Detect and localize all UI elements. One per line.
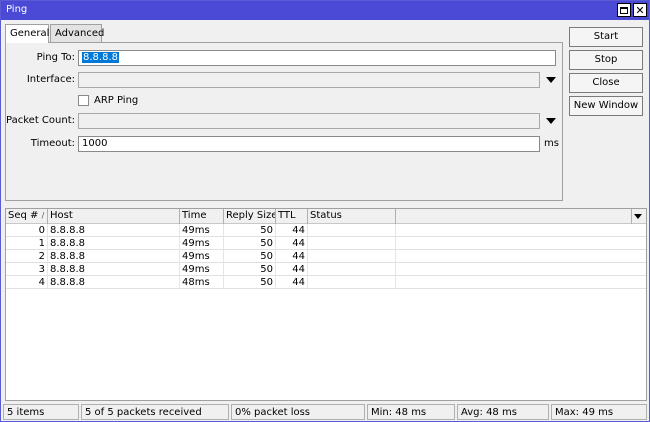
ping-to-row: Ping To: 8.8.8.8 <box>6 50 562 66</box>
cell-ttl: 44 <box>276 276 308 289</box>
status-avg: Avg: 48 ms <box>457 404 549 420</box>
cell-reply-size: 50 <box>224 224 276 237</box>
timeout-label: Timeout: <box>30 138 75 149</box>
cell-status <box>308 263 396 276</box>
status-packets-received: 5 of 5 packets received <box>81 404 229 420</box>
interface-dropdown-icon[interactable] <box>546 77 556 83</box>
cell-time: 49ms <box>180 237 224 250</box>
cell-seq: 3 <box>6 263 48 276</box>
cell-host: 8.8.8.8 <box>48 263 180 276</box>
cell-ttl: 44 <box>276 224 308 237</box>
maximize-icon <box>620 6 628 14</box>
col-time-header[interactable]: Time <box>180 209 224 224</box>
general-form: Ping To: 8.8.8.8 Interface: ARP Ping Pac… <box>5 42 563 201</box>
window-title: Ping <box>6 4 28 15</box>
table-row[interactable]: 0 8.8.8.8 49ms 50 44 <box>6 224 646 237</box>
close-window-button[interactable]: ✕ <box>633 3 647 17</box>
close-icon: ✕ <box>635 3 645 17</box>
arp-ping-label: ARP Ping <box>94 95 139 106</box>
cell-seq: 0 <box>6 224 48 237</box>
cell-ttl: 44 <box>276 263 308 276</box>
table-row[interactable]: 4 8.8.8.8 48ms 50 44 <box>6 276 646 289</box>
new-window-button[interactable]: New Window <box>569 96 643 116</box>
col-ttl-header[interactable]: TTL <box>276 209 308 224</box>
col-host-header[interactable]: Host <box>48 209 180 224</box>
timeout-row: Timeout: 1000 ms <box>6 136 562 152</box>
ping-to-label: Ping To: <box>36 52 75 63</box>
packet-count-label: Packet Count: <box>6 115 75 126</box>
sort-indicator-icon: / <box>41 211 45 220</box>
ping-window: Ping ✕ General Advanced Ping To: 8.8.8.8… <box>0 0 650 422</box>
cell-time: 49ms <box>180 224 224 237</box>
status-packet-loss: 0% packet loss <box>231 404 365 420</box>
cell-status <box>308 250 396 263</box>
cell-ttl: 44 <box>276 237 308 250</box>
cell-host: 8.8.8.8 <box>48 237 180 250</box>
arp-ping-checkbox[interactable] <box>78 95 89 106</box>
packet-count-dropdown-icon[interactable] <box>546 118 556 124</box>
table-row[interactable]: 1 8.8.8.8 49ms 50 44 <box>6 237 646 250</box>
cell-seq: 2 <box>6 250 48 263</box>
status-bar: 5 items 5 of 5 packets received 0% packe… <box>1 403 649 421</box>
timeout-unit: ms <box>544 138 559 149</box>
interface-label: Interface: <box>26 74 75 85</box>
cell-host: 8.8.8.8 <box>48 250 180 263</box>
table-row[interactable]: 2 8.8.8.8 49ms 50 44 <box>6 250 646 263</box>
cell-reply-size: 50 <box>224 237 276 250</box>
timeout-value: 1000 <box>82 138 108 149</box>
cell-time: 49ms <box>180 263 224 276</box>
cell-reply-size: 50 <box>224 250 276 263</box>
interface-row: Interface: <box>6 72 562 88</box>
cell-time: 49ms <box>180 250 224 263</box>
cell-status <box>308 276 396 289</box>
table-header: Seq # / Host Time Reply Size TTL Status <box>6 209 646 224</box>
start-button[interactable]: Start <box>569 27 643 47</box>
col-status-header[interactable]: Status <box>308 209 396 224</box>
cell-reply-size: 50 <box>224 276 276 289</box>
status-max: Max: 49 ms <box>551 404 647 420</box>
cell-host: 8.8.8.8 <box>48 224 180 237</box>
timeout-input[interactable]: 1000 <box>78 136 540 152</box>
col-empty-header <box>396 209 632 224</box>
stop-button[interactable]: Stop <box>569 50 643 70</box>
ping-to-input[interactable]: 8.8.8.8 <box>78 50 556 66</box>
status-items-count: 5 items <box>3 404 79 420</box>
col-seq-header[interactable]: Seq # / <box>6 209 48 224</box>
cell-seq: 1 <box>6 237 48 250</box>
tab-advanced[interactable]: Advanced <box>50 24 104 42</box>
cell-reply-size: 50 <box>224 263 276 276</box>
table-row[interactable]: 3 8.8.8.8 49ms 50 44 <box>6 263 646 276</box>
tab-general[interactable]: General <box>5 24 49 43</box>
ping-to-value: 8.8.8.8 <box>82 52 119 63</box>
close-button[interactable]: Close <box>569 73 643 93</box>
interface-select[interactable] <box>78 72 540 88</box>
cell-status <box>308 224 396 237</box>
arp-ping-row: ARP Ping <box>6 93 562 109</box>
cell-ttl: 44 <box>276 250 308 263</box>
col-reply-size-header[interactable]: Reply Size <box>224 209 276 224</box>
cell-status <box>308 237 396 250</box>
cell-seq: 4 <box>6 276 48 289</box>
cell-time: 48ms <box>180 276 224 289</box>
status-min: Min: 48 ms <box>367 404 455 420</box>
column-menu-dropdown-icon[interactable] <box>634 214 642 219</box>
results-table: Seq # / Host Time Reply Size TTL Status … <box>5 208 647 401</box>
maximize-button[interactable] <box>617 3 631 17</box>
packet-count-row: Packet Count: <box>6 113 562 129</box>
title-bar[interactable]: Ping ✕ <box>1 1 649 20</box>
packet-count-select[interactable] <box>78 113 540 129</box>
cell-host: 8.8.8.8 <box>48 276 180 289</box>
